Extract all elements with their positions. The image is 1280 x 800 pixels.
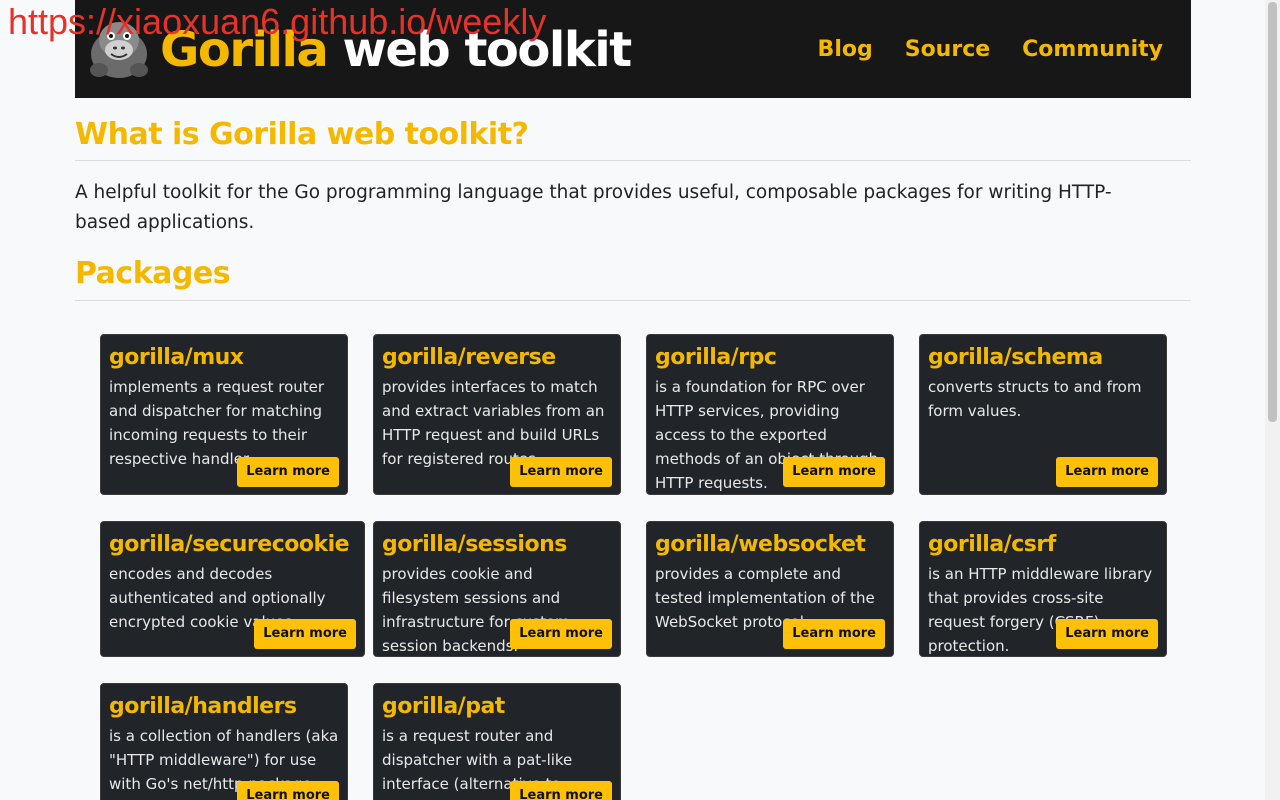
package-title[interactable]: gorilla/reverse [382,343,556,373]
package-card-reverse: gorilla/reverse provides interfaces to m… [373,334,621,495]
page-scrollbar[interactable] [1265,0,1280,800]
learn-more-button[interactable]: Learn more [237,457,339,487]
package-description: converts structs to and from form values… [928,378,1142,420]
learn-more-button[interactable]: Learn more [510,457,612,487]
scrollbar-thumb[interactable] [1268,2,1277,422]
learn-more-button[interactable]: Learn more [254,619,356,649]
page-title: What is Gorilla web toolkit? [75,117,529,152]
package-title[interactable]: gorilla/securecookie [109,530,350,560]
package-title[interactable]: gorilla/sessions [382,530,567,560]
nav-community[interactable]: Community [1022,30,1163,70]
packages-heading: Packages [75,256,231,291]
package-card-securecookie: gorilla/securecookie encodes and decodes… [100,521,365,657]
nav-source[interactable]: Source [905,30,990,70]
main-nav: Blog Source Community [818,30,1163,70]
package-card-handlers: gorilla/handlers is a collection of hand… [100,683,348,800]
package-card-csrf: gorilla/csrf is an HTTP middleware libra… [919,521,1167,657]
url-watermark: https://xiaoxuan6.github.io/weekly [8,1,547,42]
package-title[interactable]: gorilla/mux [109,343,244,373]
package-title[interactable]: gorilla/rpc [655,343,777,373]
learn-more-button[interactable]: Learn more [783,619,885,649]
lead-paragraph: A helpful toolkit for the Go programming… [75,182,1112,233]
packages-divider [75,300,1191,301]
package-card-mux: gorilla/mux implements a request router … [100,334,348,495]
package-title[interactable]: gorilla/websocket [655,530,866,560]
nav-blog[interactable]: Blog [818,30,873,70]
package-card-rpc: gorilla/rpc is a foundation for RPC over… [646,334,894,495]
title-divider [75,160,1191,161]
package-title[interactable]: gorilla/handlers [109,692,297,722]
package-title[interactable]: gorilla/schema [928,343,1103,373]
learn-more-button[interactable]: Learn more [1056,457,1158,487]
learn-more-button[interactable]: Learn more [237,781,339,800]
package-card-pat: gorilla/pat is a request router and disp… [373,683,621,800]
package-title[interactable]: gorilla/csrf [928,530,1056,560]
learn-more-button[interactable]: Learn more [1056,619,1158,649]
package-card-sessions: gorilla/sessions provides cookie and fil… [373,521,621,657]
package-card-websocket: gorilla/websocket provides a complete an… [646,521,894,657]
package-card-schema: gorilla/schema converts structs to and f… [919,334,1167,495]
learn-more-button[interactable]: Learn more [783,457,885,487]
learn-more-button[interactable]: Learn more [510,781,612,800]
package-title[interactable]: gorilla/pat [382,692,505,722]
learn-more-button[interactable]: Learn more [510,619,612,649]
